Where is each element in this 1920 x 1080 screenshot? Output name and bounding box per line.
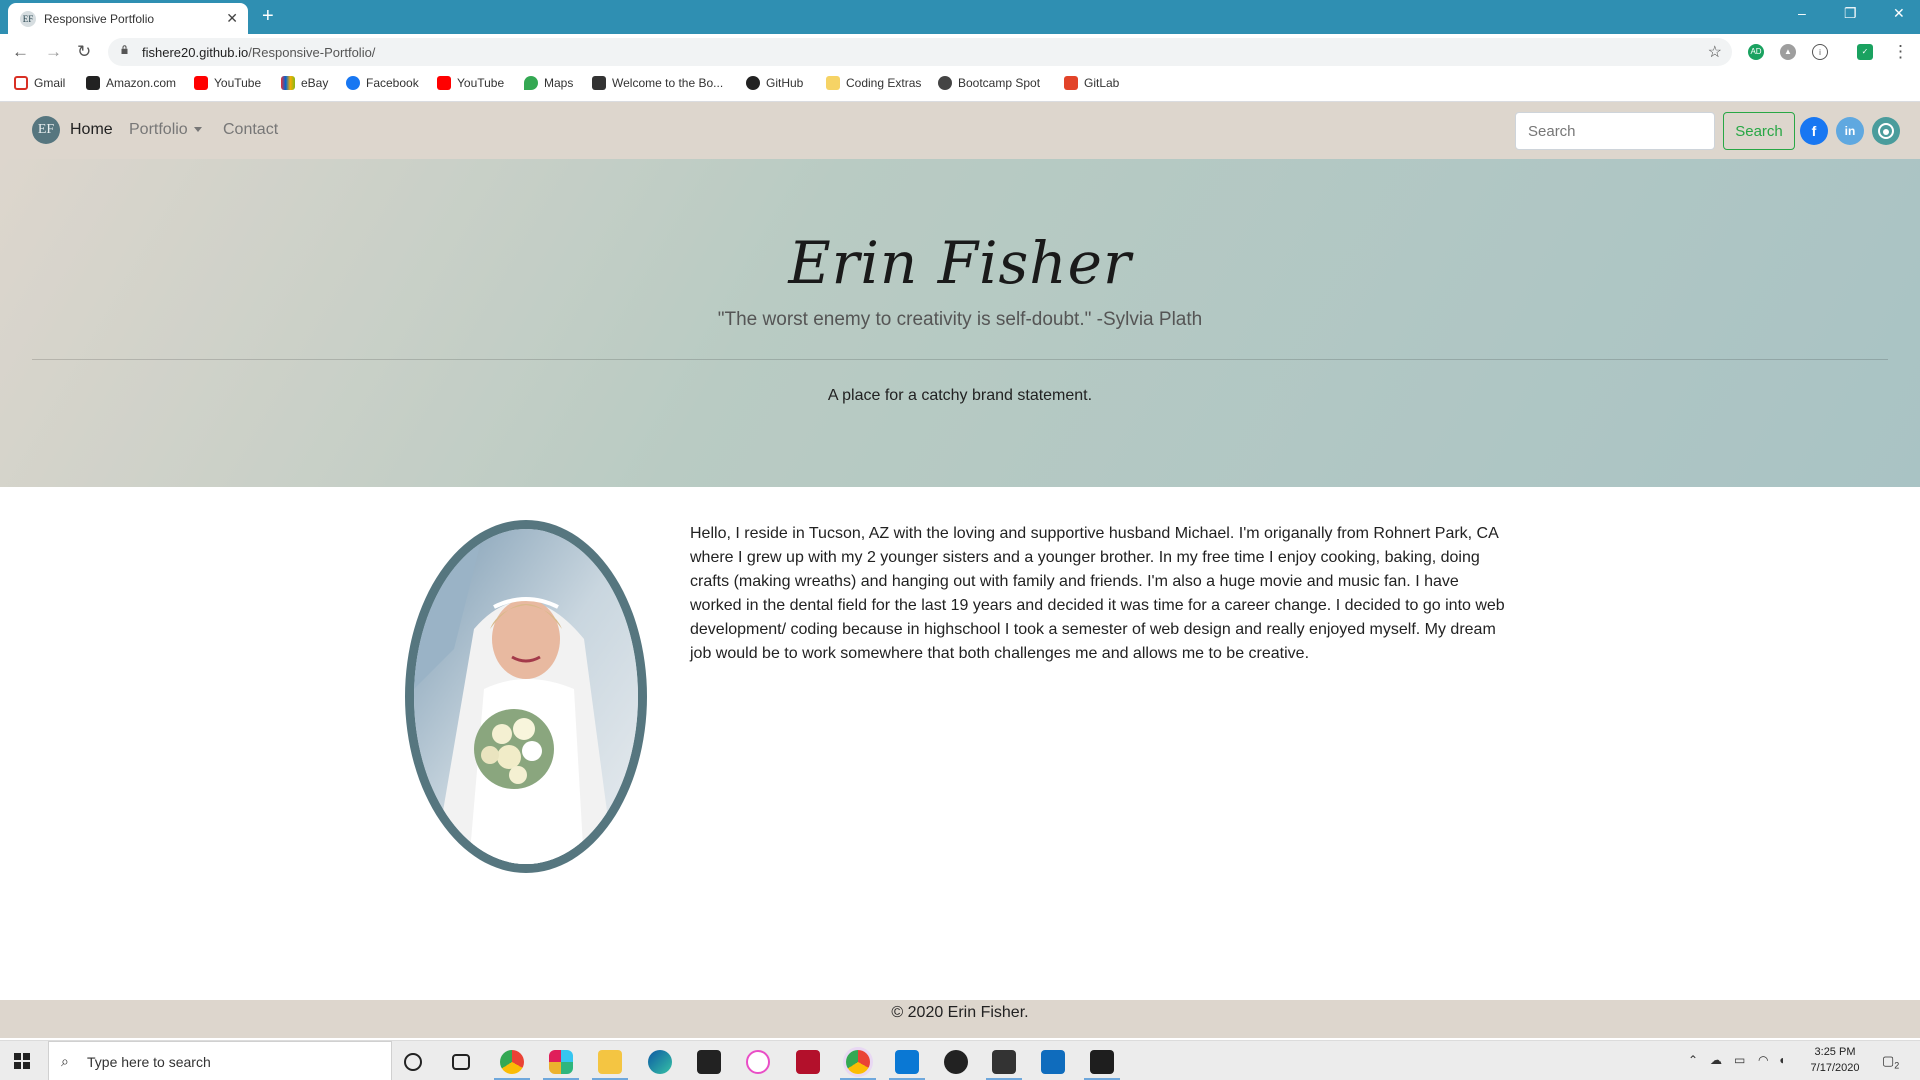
bookmark-maps[interactable]: Maps [524,76,573,90]
browser-tab[interactable]: EF Responsive Portfolio ✕ [8,3,248,34]
site-footer: © 2020 Erin Fisher. [0,1000,1920,1038]
linkedin-icon[interactable]: in [1836,117,1864,145]
restore-icon[interactable]: ❐ [1844,5,1857,22]
bookmark-ebay[interactable]: eBay [281,76,328,90]
store-taskbar-icon[interactable] [697,1050,721,1074]
volume-icon[interactable]: ◖ [1778,1053,1785,1067]
terminal-taskbar-icon[interactable] [1090,1050,1114,1074]
slack-taskbar-icon[interactable] [549,1050,573,1074]
windows-start-icon[interactable] [14,1053,30,1069]
taskbar-search-input[interactable]: ⌕ Type here to search [48,1041,392,1080]
nav-contact[interactable]: Contact [223,121,278,139]
site-search-button[interactable]: Search [1723,112,1795,150]
nav-portfolio-dropdown[interactable]: Portfolio [129,121,202,139]
window-close-icon[interactable]: ✕ [1893,5,1905,22]
about-paragraph: Hello, I reside in Tucson, AZ with the l… [690,525,1505,662]
notifications-icon[interactable]: ▢2 [1882,1053,1899,1071]
book-icon [592,76,606,90]
youtube-icon [194,76,208,90]
bookmarks-bar: Gmail Amazon.com YouTube eBay Facebook Y… [0,70,1920,102]
gmail-icon [14,76,28,90]
site-search-input[interactable] [1515,112,1715,150]
browser-menu-icon[interactable]: ⋮ [1892,42,1909,62]
extension-ad-icon[interactable]: AD [1748,44,1764,60]
edge-taskbar-icon[interactable] [648,1050,672,1074]
tab-favicon: EF [20,11,36,27]
caret-down-icon [193,127,202,133]
lock-icon [121,45,128,54]
vscode-taskbar-icon[interactable] [895,1050,919,1074]
reload-icon[interactable]: ↻ [77,42,91,62]
url-text: fishere20.github.io/Responsive-Portfolio… [142,45,376,60]
forward-icon[interactable]: → [45,42,62,62]
bookmark-gmail[interactable]: Gmail [14,76,65,90]
bookmark-bootcamp-spot[interactable]: Bootcamp Spot [938,76,1040,90]
extension-info-icon[interactable]: i [1812,44,1828,60]
bookmark-gitlab[interactable]: GitLab [1064,76,1119,90]
github-icon [746,76,760,90]
extension-drive-icon[interactable]: ▲ [1780,44,1796,60]
notification-count: 2 [1894,1060,1900,1071]
taskbar-clock[interactable]: 3:25 PM 7/17/2020 [1790,1044,1880,1076]
mail-taskbar-icon[interactable] [1041,1050,1065,1074]
hero-quote: "The worst enemy to creativity is self-d… [717,309,1203,330]
folder-icon [826,76,840,90]
bookmark-youtube-2[interactable]: YouTube [437,76,504,90]
url-input[interactable]: fishere20.github.io/Responsive-Portfolio… [108,38,1732,66]
wifi-icon[interactable]: ◠ [1758,1053,1768,1067]
clock-time: 3:25 PM [1814,1046,1856,1058]
ebay-icon [281,76,295,90]
windows-taskbar: ⌕ Type here to search ⌃ ☁ ▭ ◠ ◖ 3:25 PM … [0,1040,1920,1080]
bookmark-youtube[interactable]: YouTube [194,76,261,90]
github-icon[interactable] [1872,117,1900,145]
profile-photo-image [414,529,638,864]
extension-shield-icon[interactable]: ✓ [1857,44,1873,60]
clock-date: 7/17/2020 [1810,1062,1860,1074]
nav-home[interactable]: Home [70,121,113,139]
xbox-taskbar-icon[interactable] [944,1050,968,1074]
search-icon: ⌕ [61,1053,69,1069]
hero-jumbotron: Erin Fisher "The worst enemy to creativi… [0,159,1920,487]
bookmark-coding-extras[interactable]: Coding Extras [826,76,921,90]
youtube-icon [437,76,451,90]
battery-icon[interactable]: ▭ [1734,1053,1745,1067]
task-view-icon[interactable] [452,1054,470,1070]
file-explorer-icon[interactable] [598,1050,622,1074]
hero-divider [32,359,1888,360]
profile-photo [405,520,647,873]
bookmark-facebook[interactable]: Facebook [346,76,419,90]
gitlab-icon [1064,76,1078,90]
github-octocat-icon [1878,123,1894,139]
tab-close-icon[interactable]: ✕ [226,10,238,27]
maps-icon [524,76,538,90]
facebook-icon[interactable]: f [1800,117,1828,145]
minimize-icon[interactable]: – [1798,5,1806,21]
tab-title: Responsive Portfolio [44,12,155,26]
bookmark-github[interactable]: GitHub [746,76,803,90]
chrome-taskbar-icon[interactable] [500,1050,524,1074]
hero-brand-statement: A place for a catchy brand statement. [827,387,1093,404]
brand-logo[interactable]: EF [32,116,60,144]
bootcamp-icon [938,76,952,90]
itunes-taskbar-icon[interactable] [746,1050,770,1074]
bookmark-welcome[interactable]: Welcome to the Bo... [592,76,723,90]
site-navbar: EF Home Portfolio Contact Search f in [0,102,1920,159]
onedrive-icon[interactable]: ☁ [1710,1053,1722,1067]
browser-tab-bar: EF Responsive Portfolio ✕ + – ❐ ✕ [0,0,1920,34]
facebook-icon [346,76,360,90]
address-bar: ← → ↻ fishere20.github.io/Responsive-Por… [0,34,1920,70]
sticky-notes-taskbar-icon[interactable] [992,1050,1016,1074]
tray-overflow-icon[interactable]: ⌃ [1688,1053,1698,1067]
taskbar-search-placeholder: Type here to search [87,1054,211,1070]
new-tab-icon[interactable]: + [262,5,274,28]
cortana-icon[interactable] [404,1053,422,1071]
game-taskbar-icon[interactable] [796,1050,820,1074]
chrome-canary-taskbar-icon[interactable] [846,1050,870,1074]
amazon-icon [86,76,100,90]
hero-name: Erin Fisher [788,229,1132,297]
bookmark-amazon[interactable]: Amazon.com [86,76,176,90]
back-icon[interactable]: ← [12,42,29,62]
bookmark-star-icon[interactable]: ☆ [1708,42,1722,62]
